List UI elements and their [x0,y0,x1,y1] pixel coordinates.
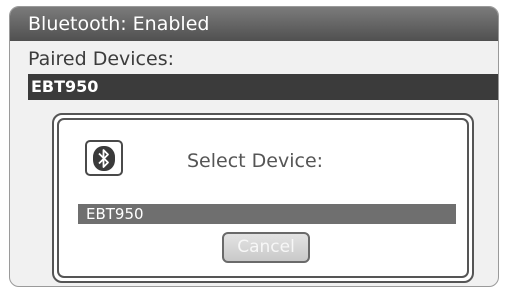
dialog-frame: Select Device: EBT950 Cancel [57,118,469,278]
paired-device-item[interactable]: EBT950 [28,74,498,100]
paired-devices-label: Paired Devices: [28,48,174,70]
bluetooth-icon [85,140,123,176]
select-device-dialog: Select Device: EBT950 Cancel [52,113,474,283]
bluetooth-screen: Bluetooth: Enabled Paired Devices: EBT95… [9,6,499,287]
title-bar: Bluetooth: Enabled [10,7,498,41]
device-list-item[interactable]: EBT950 [78,204,456,224]
cancel-button[interactable]: Cancel [222,232,310,263]
dialog-title: Select Device: [187,150,324,172]
